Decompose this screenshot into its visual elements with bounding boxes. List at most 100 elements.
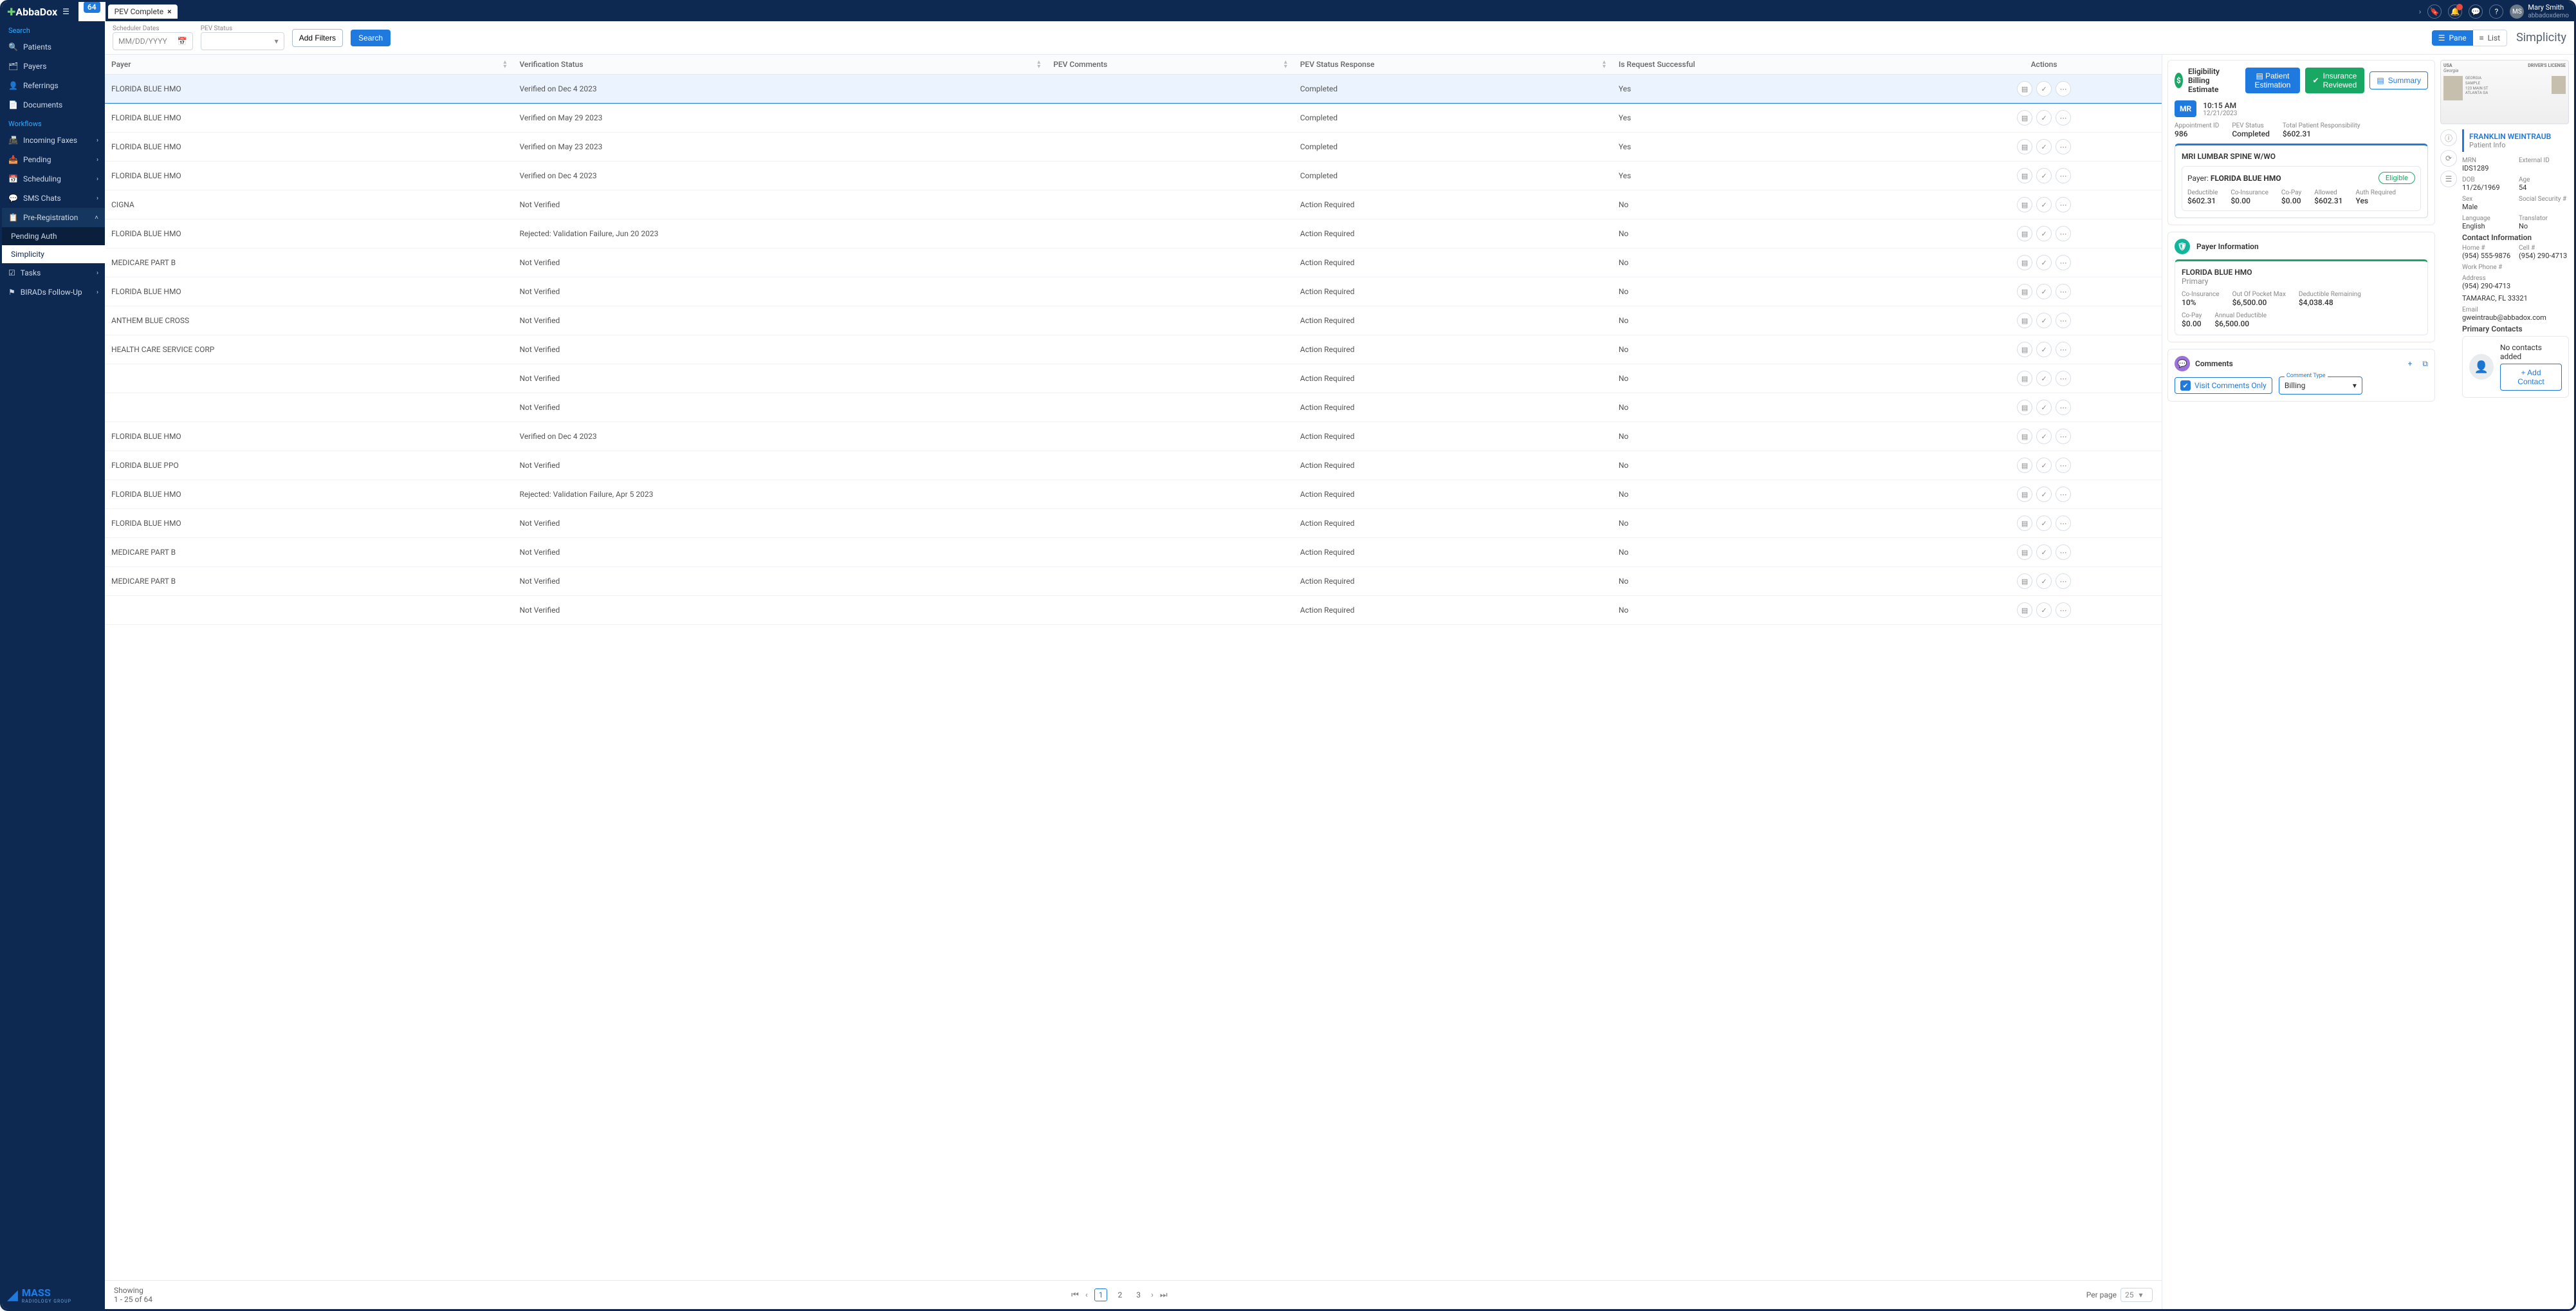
table-row[interactable]: FLORIDA BLUE HMOVerified on Dec 4 2023Co…: [105, 162, 2162, 191]
page-3[interactable]: 3: [1132, 1289, 1145, 1301]
table-row[interactable]: HEALTH CARE SERVICE CORPNot VerifiedActi…: [105, 335, 2162, 364]
row-check-icon[interactable]: ✓: [2036, 197, 2052, 212]
table-row[interactable]: FLORIDA BLUE HMORejected: Validation Fai…: [105, 219, 2162, 248]
table-row[interactable]: FLORIDA BLUE HMONot VerifiedAction Requi…: [105, 509, 2162, 538]
sidebar-item-faxes[interactable]: 📠Incoming Faxes›: [2, 131, 105, 150]
table-row[interactable]: FLORIDA BLUE PPONot VerifiedAction Requi…: [105, 451, 2162, 480]
row-more-icon[interactable]: ⋯: [2056, 602, 2071, 618]
row-check-icon[interactable]: ✓: [2036, 458, 2052, 473]
scheduler-date-input[interactable]: MM/DD/YYYY 📅: [113, 32, 193, 50]
notes-icon[interactable]: ☰: [2440, 171, 2457, 187]
info-icon[interactable]: ⓘ: [2440, 129, 2457, 146]
row-doc-icon[interactable]: ▤: [2017, 81, 2032, 97]
sidebar-sub-pending-auth[interactable]: Pending Auth: [2, 227, 105, 245]
row-check-icon[interactable]: ✓: [2036, 429, 2052, 444]
row-check-icon[interactable]: ✓: [2036, 110, 2052, 126]
sidebar-item-referrings[interactable]: 👤Referrings: [2, 76, 105, 95]
sidebar-item-documents[interactable]: 📄Documents: [2, 95, 105, 115]
patient-estimation-button[interactable]: ▤ Patient Estimation: [2245, 68, 2299, 93]
row-more-icon[interactable]: ⋯: [2056, 226, 2071, 241]
sidebar-item-pending[interactable]: 📥Pending›: [2, 150, 105, 169]
row-doc-icon[interactable]: ▤: [2017, 226, 2032, 241]
row-more-icon[interactable]: ⋯: [2056, 197, 2071, 212]
row-check-icon[interactable]: ✓: [2036, 400, 2052, 415]
row-doc-icon[interactable]: ▤: [2017, 544, 2032, 560]
row-check-icon[interactable]: ✓: [2036, 284, 2052, 299]
row-check-icon[interactable]: ✓: [2036, 516, 2052, 531]
table-row[interactable]: CIGNANot VerifiedAction RequiredNo▤✓⋯: [105, 191, 2162, 219]
tab-close-icon[interactable]: ×: [167, 7, 171, 16]
row-check-icon[interactable]: ✓: [2036, 544, 2052, 560]
row-more-icon[interactable]: ⋯: [2056, 516, 2071, 531]
page-prev-icon[interactable]: ‹: [1085, 1290, 1088, 1300]
page-last-icon[interactable]: ⏭: [1160, 1290, 1168, 1300]
view-pane-button[interactable]: ☰Pane: [2432, 30, 2473, 46]
sidebar-item-patients[interactable]: 🔍Patients: [2, 37, 105, 57]
row-doc-icon[interactable]: ▤: [2017, 429, 2032, 444]
row-doc-icon[interactable]: ▤: [2017, 139, 2032, 154]
table-row[interactable]: Not VerifiedAction RequiredNo▤✓⋯: [105, 364, 2162, 393]
table-row[interactable]: FLORIDA BLUE HMOVerified on Dec 4 2023Co…: [105, 75, 2162, 104]
table-row[interactable]: MEDICARE PART BNot VerifiedAction Requir…: [105, 567, 2162, 596]
row-doc-icon[interactable]: ▤: [2017, 255, 2032, 270]
table-row[interactable]: FLORIDA BLUE HMOVerified on May 23 2023C…: [105, 133, 2162, 162]
add-filters-button[interactable]: Add Filters: [292, 29, 343, 47]
row-doc-icon[interactable]: ▤: [2017, 110, 2032, 126]
page-first-icon[interactable]: ⏮: [1071, 1290, 1079, 1300]
row-more-icon[interactable]: ⋯: [2056, 400, 2071, 415]
help-icon[interactable]: ?: [2489, 5, 2503, 19]
row-check-icon[interactable]: ✓: [2036, 573, 2052, 589]
row-more-icon[interactable]: ⋯: [2056, 110, 2071, 126]
row-check-icon[interactable]: ✓: [2036, 81, 2052, 97]
row-check-icon[interactable]: ✓: [2036, 226, 2052, 241]
sidebar-item-payers[interactable]: 🗂Payers: [2, 57, 105, 76]
col-status[interactable]: Verification Status▴▾: [513, 55, 1047, 75]
row-check-icon[interactable]: ✓: [2036, 487, 2052, 502]
row-more-icon[interactable]: ⋯: [2056, 573, 2071, 589]
row-more-icon[interactable]: ⋯: [2056, 313, 2071, 328]
row-check-icon[interactable]: ✓: [2036, 168, 2052, 183]
row-doc-icon[interactable]: ▤: [2017, 284, 2032, 299]
menu-toggle-icon[interactable]: ☰: [62, 7, 69, 16]
row-more-icon[interactable]: ⋯: [2056, 168, 2071, 183]
row-check-icon[interactable]: ✓: [2036, 371, 2052, 386]
history-icon[interactable]: ⟳: [2440, 150, 2457, 167]
row-more-icon[interactable]: ⋯: [2056, 255, 2071, 270]
summary-button[interactable]: ▤Summary: [2369, 71, 2428, 89]
sidebar-item-birads[interactable]: ⚑BIRADs Follow-Up›: [2, 283, 105, 302]
row-more-icon[interactable]: ⋯: [2056, 458, 2071, 473]
row-more-icon[interactable]: ⋯: [2056, 342, 2071, 357]
row-more-icon[interactable]: ⋯: [2056, 371, 2071, 386]
bell-icon[interactable]: 🔔: [2448, 5, 2462, 19]
comment-type-select[interactable]: Comment Type Billing ▾: [2279, 377, 2362, 395]
chevron-right-icon[interactable]: ›: [2419, 7, 2422, 16]
row-doc-icon[interactable]: ▤: [2017, 458, 2032, 473]
pev-status-select[interactable]: ▾: [201, 32, 284, 50]
calendar-icon[interactable]: 📅: [178, 37, 187, 46]
row-check-icon[interactable]: ✓: [2036, 602, 2052, 618]
page-next-icon[interactable]: ›: [1151, 1290, 1154, 1300]
bookmark-icon[interactable]: 🔖: [2427, 5, 2442, 19]
table-row[interactable]: FLORIDA BLUE HMOVerified on May 29 2023C…: [105, 104, 2162, 133]
sidebar-item-prereg[interactable]: 📋Pre-Registration˄: [2, 208, 105, 227]
row-doc-icon[interactable]: ▤: [2017, 342, 2032, 357]
table-row[interactable]: FLORIDA BLUE HMORejected: Validation Fai…: [105, 480, 2162, 509]
table-row[interactable]: Not VerifiedAction RequiredNo▤✓⋯: [105, 596, 2162, 625]
row-check-icon[interactable]: ✓: [2036, 255, 2052, 270]
chat-icon[interactable]: 💬: [2469, 5, 2483, 19]
row-doc-icon[interactable]: ▤: [2017, 602, 2032, 618]
page-1[interactable]: 1: [1094, 1288, 1108, 1301]
row-doc-icon[interactable]: ▤: [2017, 197, 2032, 212]
table-row[interactable]: FLORIDA BLUE HMONot VerifiedAction Requi…: [105, 277, 2162, 306]
sidebar-item-scheduling[interactable]: 📅Scheduling›: [2, 169, 105, 189]
table-row[interactable]: ANTHEM BLUE CROSSNot VerifiedAction Requ…: [105, 306, 2162, 335]
row-doc-icon[interactable]: ▤: [2017, 400, 2032, 415]
insurance-reviewed-button[interactable]: ✔ Insurance Reviewed: [2305, 68, 2365, 93]
search-button[interactable]: Search: [351, 30, 391, 46]
row-more-icon[interactable]: ⋯: [2056, 284, 2071, 299]
col-payer[interactable]: Payer▴▾: [105, 55, 513, 75]
row-more-icon[interactable]: ⋯: [2056, 429, 2071, 444]
sidebar-item-sms[interactable]: 💬SMS Chats›: [2, 189, 105, 208]
row-doc-icon[interactable]: ▤: [2017, 487, 2032, 502]
row-more-icon[interactable]: ⋯: [2056, 139, 2071, 154]
